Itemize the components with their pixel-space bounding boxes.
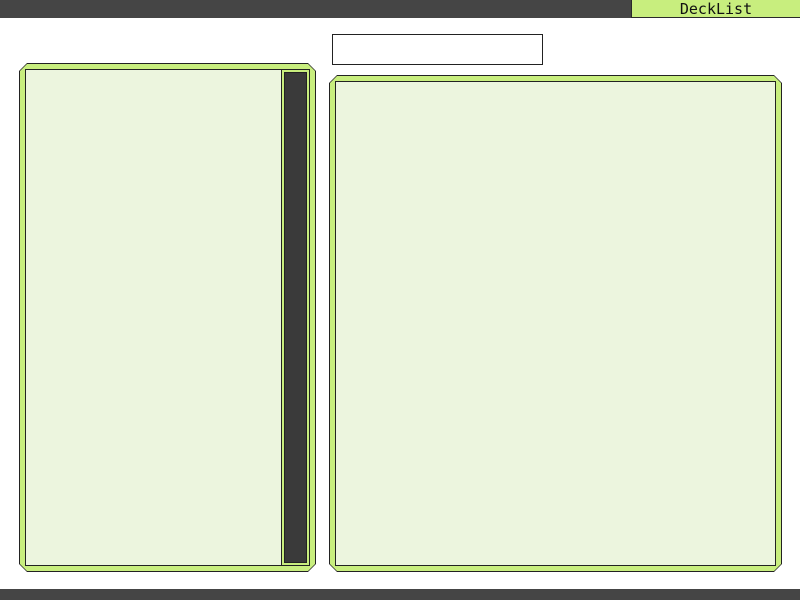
search-input[interactable]	[332, 34, 543, 65]
app-title: DeckList	[631, 0, 800, 18]
card-list[interactable]	[25, 69, 310, 566]
card-list-scrollbar[interactable]	[281, 70, 309, 565]
bottom-bar	[0, 589, 800, 600]
card-list-panel	[19, 63, 316, 572]
card-detail-panel	[329, 75, 782, 572]
card-detail-area	[335, 81, 776, 566]
card-list-scrollbar-thumb[interactable]	[284, 72, 307, 563]
